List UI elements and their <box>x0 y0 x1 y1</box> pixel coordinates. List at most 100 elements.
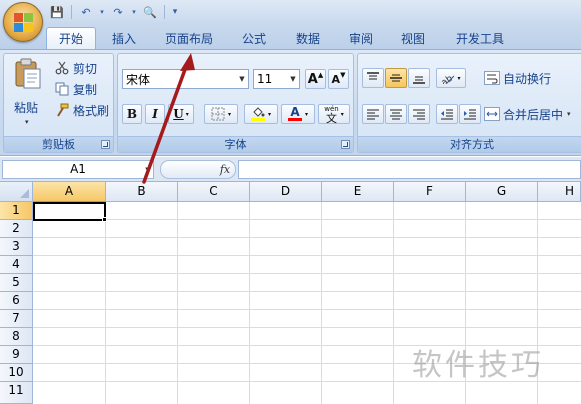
undo-icon[interactable]: ↶ <box>77 4 95 20</box>
font-size-dropdown-icon[interactable]: ▼ <box>287 70 299 88</box>
font-color-dropdown-icon[interactable]: ▾ <box>305 111 308 118</box>
middle-align-button[interactable] <box>385 68 407 88</box>
row-header-10[interactable]: 10 <box>0 364 33 382</box>
column-header-h[interactable]: H <box>538 182 581 202</box>
customize-qat-icon[interactable]: ▾ <box>170 4 180 20</box>
merge-center-button[interactable]: 合并后居中 ▾ <box>484 105 571 123</box>
align-right-button[interactable] <box>408 104 430 124</box>
tab-insert[interactable]: 插入 <box>100 27 148 49</box>
shrink-font-label: A <box>331 72 341 86</box>
row-header-9[interactable]: 9 <box>0 346 33 364</box>
decrease-indent-icon <box>441 109 453 120</box>
tab-formulas[interactable]: 公式 <box>231 27 277 49</box>
merge-center-icon <box>484 106 500 122</box>
font-name-select[interactable]: 宋体 ▼ <box>122 69 249 89</box>
grid-line <box>105 202 106 404</box>
tab-view[interactable]: 视图 <box>390 27 436 49</box>
shrink-font-button[interactable]: A ▼ <box>328 69 349 89</box>
bold-button[interactable]: B <box>122 104 142 124</box>
row-header-1[interactable]: 1 <box>0 202 33 220</box>
name-box[interactable]: A1 <box>2 160 154 179</box>
column-header-a[interactable]: A <box>33 182 106 202</box>
cut-button[interactable]: 剪切 <box>54 59 97 77</box>
office-logo-icon <box>14 13 33 32</box>
row-header-2[interactable]: 2 <box>0 220 33 238</box>
active-cell-a1[interactable] <box>33 202 106 221</box>
formula-input[interactable] <box>238 160 581 179</box>
grid-line <box>33 309 581 310</box>
align-left-button[interactable] <box>362 104 384 124</box>
print-preview-icon[interactable]: 🔍 <box>141 4 159 20</box>
column-header-f[interactable]: F <box>394 182 466 202</box>
row-header-11[interactable]: 11 <box>0 382 33 404</box>
ribbon: 粘贴 ▾ 剪切 复制 格式刷 剪贴板 宋体 ▼ 11 ▼ A ▲ A ▼ B I… <box>0 49 581 156</box>
row-header-5[interactable]: 5 <box>0 274 33 292</box>
tab-developer[interactable]: 开发工具 <box>445 27 515 49</box>
orientation-dropdown-icon[interactable]: ▾ <box>457 75 460 82</box>
tab-home[interactable]: 开始 <box>46 27 96 49</box>
format-painter-icon <box>54 102 70 118</box>
grid-line <box>321 202 322 404</box>
merge-center-label: 合并后居中 <box>503 107 564 122</box>
tab-data[interactable]: 数据 <box>285 27 331 49</box>
font-size-select[interactable]: 11 ▼ <box>253 69 300 89</box>
grid-line <box>33 291 581 292</box>
redo-icon[interactable]: ↷ <box>109 4 127 20</box>
font-color-button[interactable]: A ▾ <box>281 104 315 124</box>
decrease-indent-button[interactable] <box>436 104 458 124</box>
font-color-letter: A <box>290 105 300 119</box>
column-header-b[interactable]: B <box>106 182 178 202</box>
row-header-7[interactable]: 7 <box>0 310 33 328</box>
font-launcher-icon[interactable] <box>341 140 350 149</box>
italic-button[interactable]: I <box>145 104 165 124</box>
tab-page-layout[interactable]: 页面布局 <box>155 27 223 49</box>
undo-dropdown-icon[interactable]: ▾ <box>98 4 106 20</box>
wrap-text-button[interactable]: 自动换行 <box>484 69 551 87</box>
insert-function-icon[interactable]: fx <box>216 161 234 177</box>
save-icon[interactable]: 💾 <box>48 4 66 20</box>
name-box-dropdown-icon[interactable]: ▼ <box>142 160 154 179</box>
copy-button[interactable]: 复制 <box>54 80 97 98</box>
tab-review[interactable]: 审阅 <box>338 27 384 49</box>
redo-dropdown-icon[interactable]: ▾ <box>130 4 138 20</box>
row-header-8[interactable]: 8 <box>0 328 33 346</box>
fill-color-dropdown-icon[interactable]: ▾ <box>268 111 271 118</box>
borders-dropdown-icon[interactable]: ▾ <box>228 111 231 118</box>
top-align-button[interactable] <box>362 68 384 88</box>
clipboard-launcher-icon[interactable] <box>101 140 110 149</box>
phonetic-dropdown-icon[interactable]: ▾ <box>341 111 344 118</box>
office-button[interactable] <box>3 2 43 42</box>
grid-line <box>33 273 581 274</box>
italic-label: I <box>152 107 158 121</box>
paste-button[interactable]: 粘贴 ▾ <box>8 58 48 130</box>
align-center-icon <box>390 109 402 120</box>
orientation-button[interactable]: ab ▾ <box>436 68 466 88</box>
grow-font-button[interactable]: A ▲ <box>305 69 326 89</box>
format-painter-button[interactable]: 格式刷 <box>54 101 109 119</box>
underline-button[interactable]: U ▾ <box>168 104 194 124</box>
paste-dropdown-icon[interactable]: ▾ <box>25 118 29 126</box>
bottom-align-button[interactable] <box>408 68 430 88</box>
increase-indent-button[interactable] <box>459 104 481 124</box>
align-center-button[interactable] <box>385 104 407 124</box>
merge-center-dropdown-icon[interactable]: ▾ <box>567 110 571 118</box>
phonetic-guide-button[interactable]: wén 文 ▾ <box>318 104 350 124</box>
row-header-3[interactable]: 3 <box>0 238 33 256</box>
fill-color-button[interactable]: ▾ <box>244 104 278 124</box>
font-name-dropdown-icon[interactable]: ▼ <box>236 70 248 88</box>
formula-bar: A1 ▼ fx <box>0 157 581 182</box>
grow-font-arrow-icon: ▲ <box>317 71 324 79</box>
format-painter-label: 格式刷 <box>73 103 110 118</box>
select-all-corner[interactable] <box>0 182 33 202</box>
grow-font-label: A <box>307 71 318 87</box>
row-header-4[interactable]: 4 <box>0 256 33 274</box>
column-header-c[interactable]: C <box>178 182 250 202</box>
column-header-g[interactable]: G <box>466 182 538 202</box>
column-header-d[interactable]: D <box>250 182 322 202</box>
borders-button[interactable]: ▾ <box>204 104 238 124</box>
row-header-6[interactable]: 6 <box>0 292 33 310</box>
fill-handle[interactable] <box>102 217 107 222</box>
copy-label: 复制 <box>73 82 98 97</box>
column-header-e[interactable]: E <box>322 182 394 202</box>
underline-dropdown-icon[interactable]: ▾ <box>186 111 189 118</box>
